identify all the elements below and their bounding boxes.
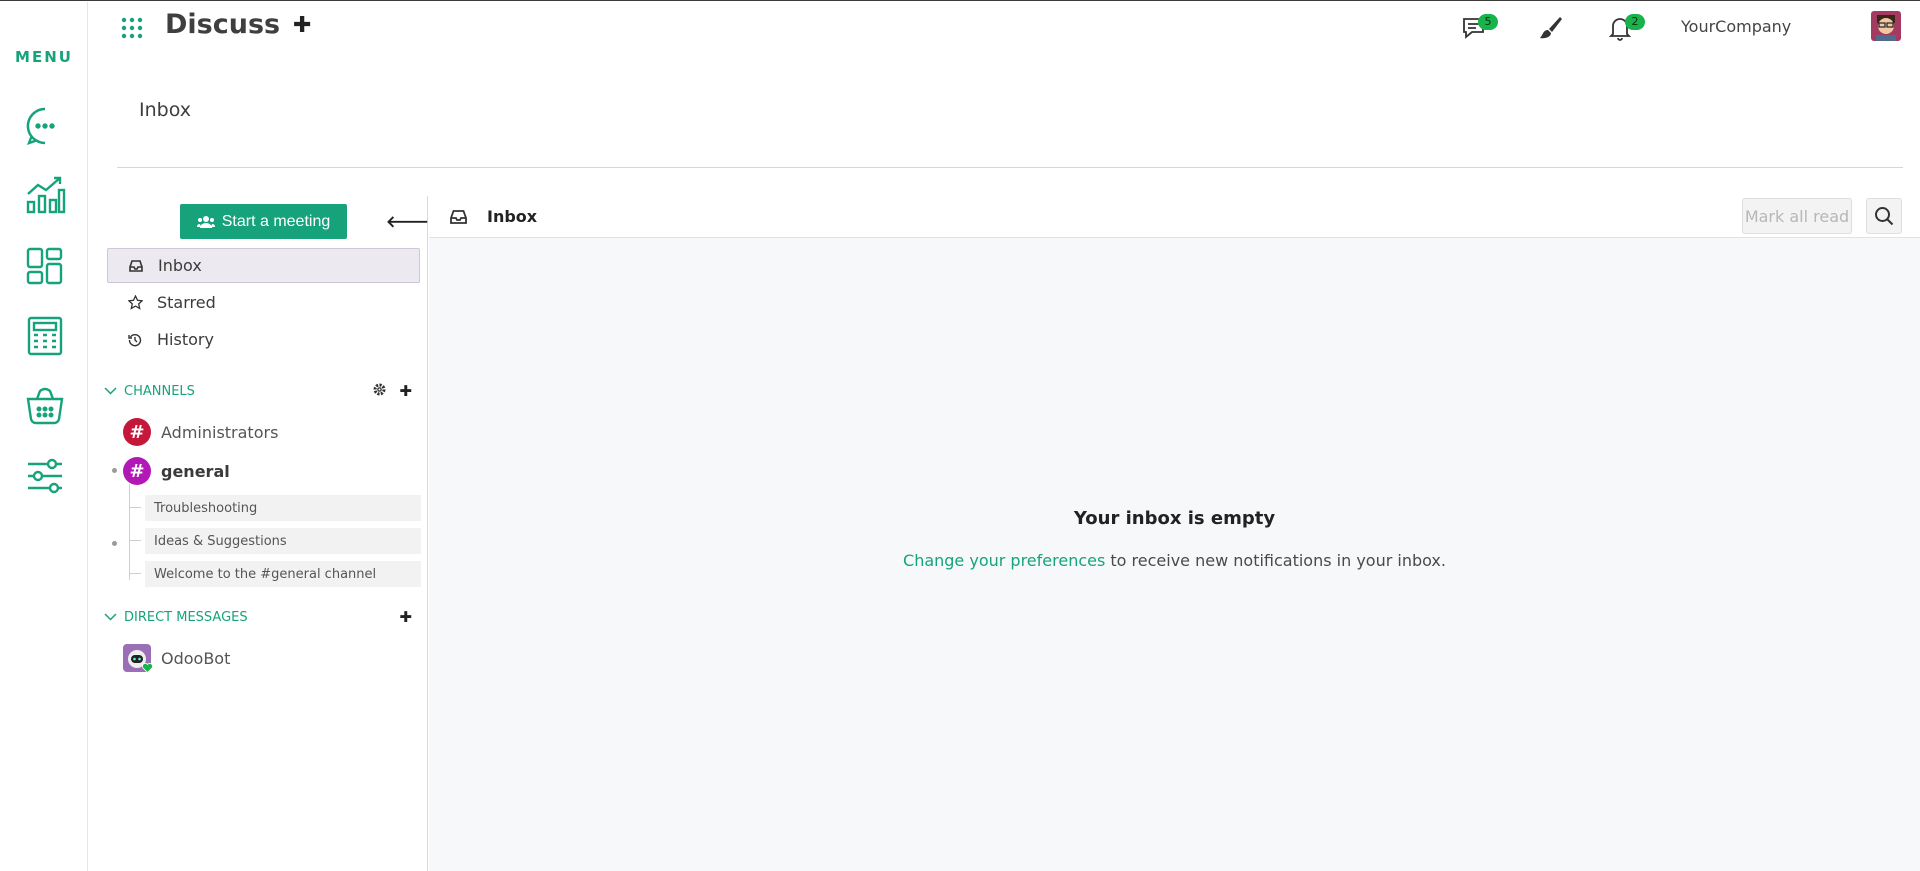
menu-title: MENU xyxy=(15,48,73,66)
settings-sliders-icon[interactable] xyxy=(24,455,66,497)
inbox-icon xyxy=(126,259,146,272)
channel-hash-icon: # xyxy=(123,418,151,446)
add-channel-icon[interactable]: ✚ xyxy=(399,382,412,400)
channels-header-label: CHANNELS xyxy=(124,383,195,399)
chart-icon[interactable] xyxy=(24,174,66,216)
empty-state-title: Your inbox is empty xyxy=(1073,508,1276,529)
dm-name: OdooBot xyxy=(161,648,231,668)
users-icon xyxy=(196,215,215,228)
channel-name: general xyxy=(161,461,230,481)
thread-item-troubleshooting[interactable]: Troubleshooting xyxy=(145,495,421,521)
unread-dot xyxy=(112,468,117,473)
control-panel-divider xyxy=(117,167,1903,168)
collapse-sidebar-icon[interactable]: 🡐 xyxy=(386,211,429,231)
sidebar-item-inbox[interactable]: Inbox xyxy=(107,248,420,283)
start-meeting-button[interactable]: Start a meeting xyxy=(180,204,347,239)
mark-all-read-button[interactable]: Mark all read xyxy=(1742,198,1852,234)
search-button[interactable] xyxy=(1866,198,1902,234)
sidebar-item-label: Inbox xyxy=(158,256,202,275)
empty-state-rest: to receive new notifications in your inb… xyxy=(1105,551,1446,570)
chevron-down-icon xyxy=(104,384,118,399)
dashboard-icon[interactable] xyxy=(24,245,66,287)
app-title: Discuss xyxy=(165,9,281,40)
inbox-icon xyxy=(450,209,467,228)
thread-tree-branch xyxy=(129,573,141,574)
dm-item-odoobot[interactable]: OdooBot xyxy=(123,643,230,673)
thread-tree-line xyxy=(129,484,130,580)
history-icon xyxy=(125,333,145,347)
thread-view: Inbox Mark all read Your inbox is empty … xyxy=(429,196,1920,871)
direct-messages-header[interactable]: DIRECT MESSAGES ✚ xyxy=(104,606,424,628)
breadcrumb: Inbox xyxy=(139,99,191,121)
start-meeting-label: Start a meeting xyxy=(221,212,331,230)
thread-item-welcome[interactable]: Welcome to the #general channel xyxy=(145,561,421,587)
discuss-page: MENU Discuss ✚ 5 2 YourCompany Inbox Sta… xyxy=(0,0,1920,871)
channel-item-general[interactable]: # general xyxy=(123,456,230,486)
company-switcher[interactable]: YourCompany xyxy=(1681,17,1791,36)
messages-badge: 5 xyxy=(1478,14,1498,30)
brush-icon[interactable] xyxy=(1536,14,1564,42)
channel-name: Administrators xyxy=(161,422,279,442)
add-direct-message-icon[interactable]: ✚ xyxy=(399,608,412,626)
sidebar-item-label: Starred xyxy=(157,293,216,312)
channels-header[interactable]: CHANNELS ✚ xyxy=(104,380,424,402)
activity-badge: 2 xyxy=(1625,14,1645,30)
gear-icon[interactable] xyxy=(373,383,386,400)
thread-title: Inbox xyxy=(487,207,538,226)
channel-item-administrators[interactable]: # Administrators xyxy=(123,417,278,447)
direct-messages-header-label: DIRECT MESSAGES xyxy=(124,609,248,625)
star-icon xyxy=(125,295,145,310)
thread-item-ideas[interactable]: Ideas & Suggestions xyxy=(145,528,421,554)
calculator-icon[interactable] xyxy=(24,315,66,357)
thread-tree-branch xyxy=(129,540,141,541)
chevron-down-icon xyxy=(104,610,118,625)
basket-icon[interactable] xyxy=(24,385,66,427)
new-item-button[interactable]: ✚ xyxy=(293,13,311,38)
user-avatar[interactable] xyxy=(1871,11,1901,41)
thread-tree-branch xyxy=(129,507,141,508)
change-preferences-link[interactable]: Change your preferences xyxy=(903,551,1105,570)
sidebar-item-label: History xyxy=(157,330,214,349)
app-menu-rail: MENU xyxy=(0,2,88,871)
channel-hash-icon: # xyxy=(123,457,151,485)
online-heart-icon xyxy=(142,663,153,673)
sidebar-item-history[interactable]: History xyxy=(107,322,420,357)
empty-state-message: Change your preferences to receive new n… xyxy=(429,551,1920,570)
search-icon xyxy=(1875,207,1894,226)
apps-grid-icon[interactable] xyxy=(121,17,143,39)
odoobot-avatar xyxy=(123,644,153,673)
thread-header: Inbox Mark all read xyxy=(429,196,1920,238)
sidebar-item-starred[interactable]: Starred xyxy=(107,285,420,320)
chat-icon[interactable] xyxy=(24,105,66,147)
top-navbar: Discuss ✚ 5 2 YourCompany xyxy=(88,2,1920,52)
unread-dot xyxy=(112,541,117,546)
discuss-sidebar: Start a meeting 🡐 Inbox Starred History xyxy=(104,196,429,871)
